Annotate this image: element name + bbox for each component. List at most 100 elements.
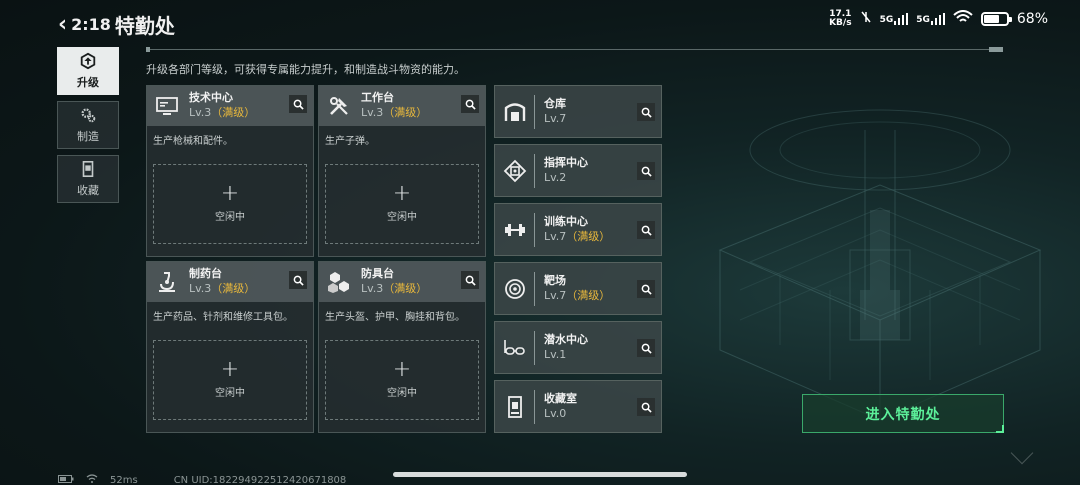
user-uid: CN UID:18229492251242067180​8 bbox=[173, 474, 347, 485]
nav-item-label: 收藏 bbox=[77, 184, 99, 197]
production-slot[interactable]: + 空闲中 bbox=[325, 340, 479, 420]
collection-icon bbox=[82, 160, 94, 178]
warehouse-icon bbox=[500, 97, 530, 127]
inspect-button[interactable] bbox=[637, 280, 655, 298]
inspect-button[interactable] bbox=[461, 95, 479, 113]
dept-name: 仓库 bbox=[544, 97, 566, 110]
signal-1-label: 5G bbox=[879, 15, 894, 25]
footer-info: 52ms CN UID:18229492251242067180​8 bbox=[58, 474, 346, 485]
max-level-tag: （满级） bbox=[383, 106, 428, 119]
card-header: 技术中心 Lv.3（满级） bbox=[147, 86, 313, 126]
dept-row-diving-center[interactable]: 潜水中心 Lv.1 bbox=[494, 321, 662, 374]
production-slot[interactable]: + 空闲中 bbox=[153, 340, 307, 420]
dept-level: Lv.1 bbox=[544, 348, 567, 361]
inspect-button[interactable] bbox=[637, 103, 655, 121]
max-level-tag: （满级） bbox=[383, 282, 428, 295]
signal-icon: 5G bbox=[916, 13, 945, 25]
wifi-icon bbox=[953, 10, 973, 28]
card-name: 技术中心 bbox=[189, 91, 233, 104]
dept-level: Lv.7 bbox=[544, 289, 567, 302]
display-case-icon bbox=[500, 392, 530, 422]
status-bar: 17.1 KB/s 5G 5G 68% bbox=[829, 10, 1048, 28]
nav-item-label: 升级 bbox=[77, 76, 99, 89]
card-description: 生产枪械和配件。 bbox=[153, 136, 233, 147]
cubes-icon bbox=[325, 268, 353, 296]
slot-status: 空闲中 bbox=[387, 212, 417, 223]
nav-item-upgrade[interactable]: 升级 bbox=[57, 47, 119, 95]
production-slot[interactable]: + 空闲中 bbox=[153, 164, 307, 244]
net-speed-unit: KB/s bbox=[829, 18, 852, 28]
computer-icon bbox=[153, 92, 181, 120]
inspect-button[interactable] bbox=[289, 95, 307, 113]
card-name: 工作台 bbox=[361, 91, 394, 104]
header-divider bbox=[146, 47, 1003, 52]
plus-icon: + bbox=[220, 181, 240, 206]
plus-icon: + bbox=[392, 357, 412, 382]
inspect-button[interactable] bbox=[637, 221, 655, 239]
card-description: 生产药品、针剂和维修工具包。 bbox=[153, 312, 293, 323]
card-pharmacy[interactable]: 制药台 Lv.3（满级） 生产药品、针剂和维修工具包。 + 空闲中 bbox=[146, 261, 314, 433]
search-icon bbox=[641, 107, 652, 118]
search-icon bbox=[641, 284, 652, 295]
wifi-small-icon bbox=[86, 474, 98, 485]
page-subtitle: 升级各部门等级，可获得专属能力提升，和制造战斗物资的能力。 bbox=[146, 63, 465, 76]
home-indicator[interactable] bbox=[393, 472, 687, 477]
card-description: 生产子弹。 bbox=[325, 136, 375, 147]
dept-row-training-center[interactable]: 训练中心 Lv.7（满级） bbox=[494, 203, 662, 256]
battery-icon bbox=[980, 12, 1012, 26]
battery-small-icon bbox=[58, 474, 74, 485]
inspect-button[interactable] bbox=[637, 339, 655, 357]
enter-special-ops-button[interactable]: 进入特勤处 bbox=[802, 394, 1004, 433]
plus-icon: + bbox=[392, 181, 412, 206]
goggles-icon bbox=[500, 333, 530, 363]
battery-percent: 68% bbox=[1016, 11, 1048, 27]
search-icon bbox=[641, 166, 652, 177]
row-divider bbox=[534, 330, 535, 365]
dept-row-collection-room[interactable]: 收藏室 Lv.0 bbox=[494, 380, 662, 433]
inspect-button[interactable] bbox=[637, 162, 655, 180]
card-header: 防具台 Lv.3（满级） bbox=[319, 262, 485, 302]
search-icon bbox=[293, 99, 304, 110]
dept-row-warehouse[interactable]: 仓库 Lv.7 bbox=[494, 85, 662, 138]
dept-name: 训练中心 bbox=[544, 215, 588, 228]
title-bar[interactable]: ‹ 2:18 特勤处 bbox=[58, 10, 175, 39]
nav-item-craft[interactable]: 制造 bbox=[57, 101, 119, 149]
slot-status: 空闲中 bbox=[215, 388, 245, 399]
card-header: 工作台 Lv.3（满级） bbox=[319, 86, 485, 126]
row-divider bbox=[534, 153, 535, 188]
dept-level: Lv.7 bbox=[544, 112, 567, 125]
row-divider bbox=[534, 271, 535, 306]
signal-2-label: 5G bbox=[916, 15, 930, 25]
card-tech-center[interactable]: 技术中心 Lv.3（满级） 生产枪械和配件。 + 空闲中 bbox=[146, 85, 314, 257]
production-slot[interactable]: + 空闲中 bbox=[325, 164, 479, 244]
row-divider bbox=[534, 94, 535, 129]
gears-icon bbox=[81, 108, 96, 123]
dept-name: 靶场 bbox=[544, 274, 566, 287]
dept-row-shooting-range[interactable]: 靶场 Lv.7（满级） bbox=[494, 262, 662, 315]
card-workbench[interactable]: 工作台 Lv.3（满级） 生产子弹。 + 空闲中 bbox=[318, 85, 486, 257]
nav-item-label: 制造 bbox=[77, 130, 99, 143]
alarm-icon bbox=[860, 10, 872, 28]
nav-item-collection[interactable]: 收藏 bbox=[57, 155, 119, 203]
card-level: Lv.3 bbox=[189, 106, 212, 119]
inspect-button[interactable] bbox=[461, 271, 479, 289]
back-icon[interactable]: ‹ bbox=[58, 12, 67, 37]
inspect-button[interactable] bbox=[637, 398, 655, 416]
inspect-button[interactable] bbox=[289, 271, 307, 289]
search-icon bbox=[465, 275, 476, 286]
max-level-tag: （满级） bbox=[211, 282, 256, 295]
row-divider bbox=[534, 212, 535, 247]
card-header: 制药台 Lv.3（满级） bbox=[147, 262, 313, 302]
search-icon bbox=[465, 99, 476, 110]
clock-time: 2:18 bbox=[71, 15, 111, 34]
upgrade-icon bbox=[80, 52, 96, 70]
plus-icon: + bbox=[220, 357, 240, 382]
card-level: Lv.3 bbox=[189, 282, 212, 295]
search-icon bbox=[641, 225, 652, 236]
tools-icon bbox=[325, 92, 353, 120]
card-armor-bench[interactable]: 防具台 Lv.3（满级） 生产头盔、护甲、胸挂和背包。 + 空闲中 bbox=[318, 261, 486, 433]
dept-row-command-center[interactable]: 指挥中心 Lv.2 bbox=[494, 144, 662, 197]
card-level: Lv.3 bbox=[361, 106, 384, 119]
microscope-icon bbox=[153, 268, 181, 296]
search-icon bbox=[641, 402, 652, 413]
